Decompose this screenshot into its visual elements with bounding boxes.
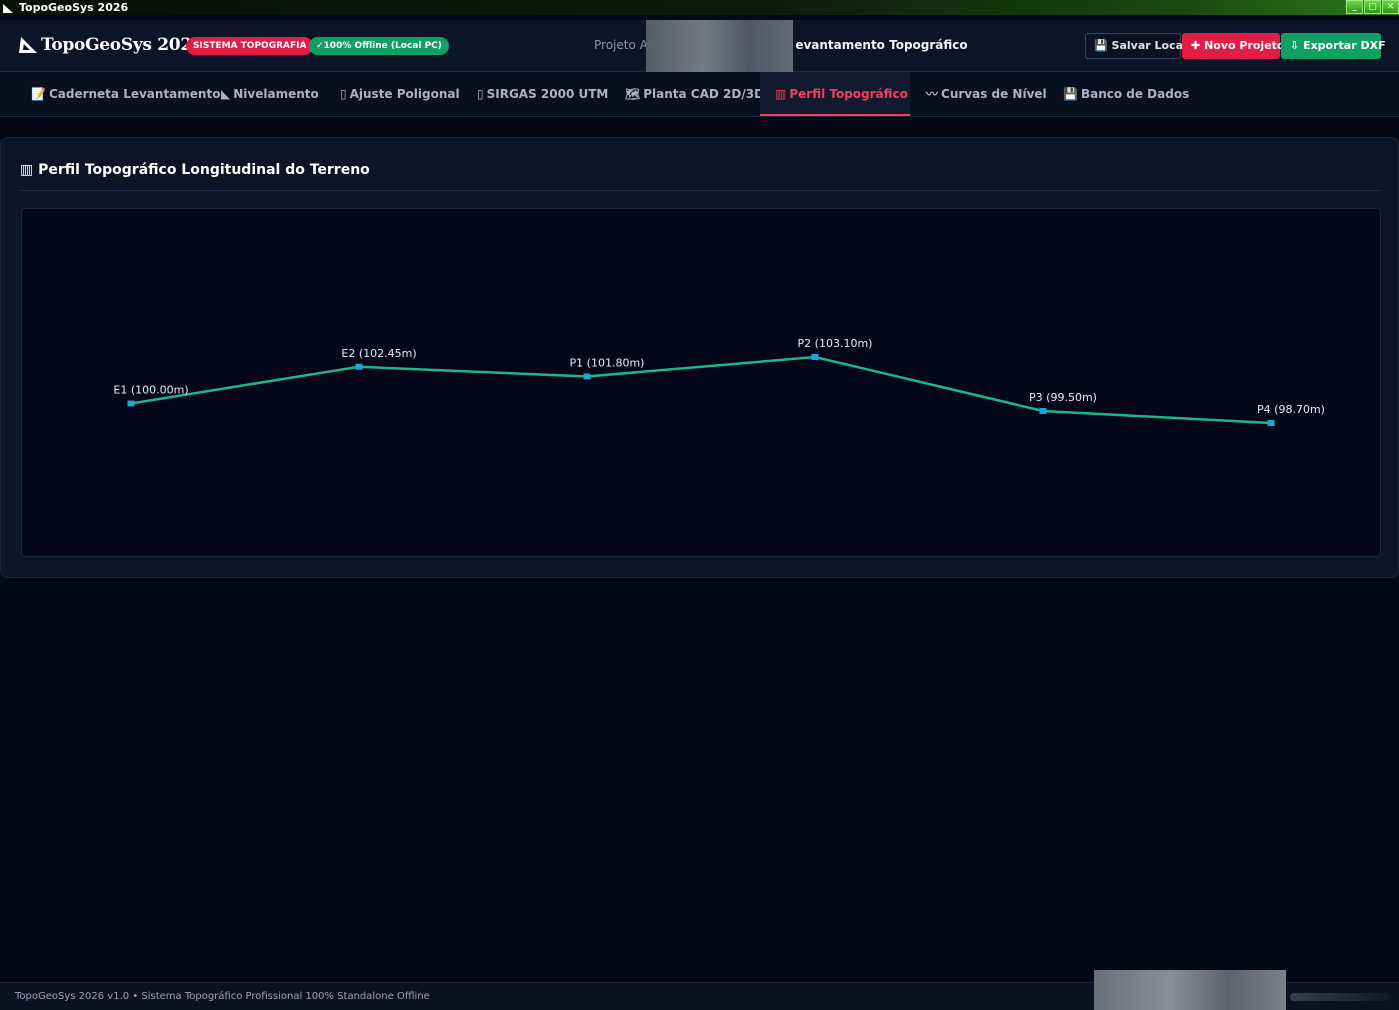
floppy-disk-icon: 💾 bbox=[1063, 87, 1078, 101]
profile-chart[interactable]: E1 (100.00m) E2 (102.45m) P1 (101.80m) P2 (… bbox=[21, 208, 1381, 557]
panel-title: ▥ Perfil Topográfico Longitudinal do Ter… bbox=[20, 162, 370, 178]
station-label: P1 (101.80m) bbox=[570, 357, 645, 370]
window-titlebar: TopoGeoSys 2026 _ ▢ ✕ bbox=[0, 0, 1399, 15]
tab-sirgas[interactable]: ▯ SIRGAS 2000 UTM bbox=[462, 72, 623, 116]
close-button[interactable]: ✕ bbox=[1382, 0, 1399, 14]
station-marker[interactable] bbox=[355, 363, 363, 370]
polygon-icon: ▯ bbox=[340, 87, 347, 101]
wave-icon: 〰 bbox=[926, 87, 939, 101]
maximize-button[interactable]: ▢ bbox=[1364, 0, 1381, 14]
system-badge: SISTEMA TOPOGRAFIA bbox=[186, 37, 314, 55]
station-marker[interactable] bbox=[583, 373, 591, 380]
app-name: TopoGeoSys 2026 bbox=[41, 35, 204, 55]
app-logo-icon bbox=[3, 3, 13, 13]
tab-nivelamento[interactable]: ◣ Nivelamento bbox=[206, 72, 334, 116]
tab-ajuste-poligonal[interactable]: ▯ Ajuste Poligonal bbox=[325, 72, 475, 116]
profile-line bbox=[130, 355, 1272, 425]
check-circle-icon: ✓ bbox=[316, 41, 324, 51]
export-dxf-button[interactable]: ⇩ Exportar DXF bbox=[1281, 33, 1386, 59]
status-footer: TopoGeoSys 2026 v1.0 • Sistema Topográfi… bbox=[0, 970, 1399, 1010]
window-title: TopoGeoSys 2026 bbox=[19, 1, 129, 14]
tab-banco-dados[interactable]: 💾 Banco de Dados bbox=[1048, 72, 1204, 116]
station-marker[interactable] bbox=[811, 354, 819, 360]
app-header: TopoGeoSys 2026 SISTEMA TOPOGRAFIA ✓100%… bbox=[0, 20, 1399, 72]
save-local-button[interactable]: 💾 Salvar Local bbox=[1085, 33, 1187, 59]
station-label: P2 (103.10m) bbox=[798, 337, 873, 350]
bar-chart-icon: ▥ bbox=[775, 87, 787, 101]
plus-icon: ✚ bbox=[1191, 39, 1201, 52]
redacted-region bbox=[1290, 993, 1390, 1001]
window-controls: _ ▢ ✕ bbox=[1346, 0, 1399, 14]
bar-chart-icon: ▥ bbox=[20, 162, 34, 178]
triangle-ruler-icon bbox=[19, 37, 37, 53]
station-label: E2 (102.45m) bbox=[341, 347, 416, 360]
redacted-region bbox=[646, 20, 793, 72]
tab-caderneta[interactable]: 📝 Caderneta Levantamento bbox=[16, 72, 235, 116]
triangle-ruler-icon: ◣ bbox=[221, 87, 231, 101]
station-label: P3 (99.50m) bbox=[1029, 391, 1097, 404]
station-marker[interactable] bbox=[1267, 420, 1275, 426]
footer-text: TopoGeoSys 2026 v1.0 • Sistema Topográfi… bbox=[15, 991, 430, 1002]
profile-chart-svg: E1 (100.00m) E2 (102.45m) P1 (101.80m) P2 (… bbox=[113, 337, 1325, 426]
project-name: evantamento Topográfico bbox=[795, 38, 968, 52]
map-icon: 🗺 bbox=[625, 87, 641, 101]
profile-panel: ▥ Perfil Topográfico Longitudinal do Ter… bbox=[0, 137, 1399, 578]
tab-curvas-nivel[interactable]: 〰 Curvas de Nível bbox=[911, 72, 1062, 116]
main-tabs: 📝 Caderneta Levantamento ◣ Nivelamento ▯ Aj… bbox=[0, 72, 1399, 117]
tab-planta-cad[interactable]: 🗺 Planta CAD 2D/3D bbox=[610, 72, 779, 116]
project-label: Projeto At bbox=[594, 38, 653, 52]
notebook-icon: 📝 bbox=[31, 87, 46, 101]
globe-icon: ▯ bbox=[477, 87, 484, 101]
divider bbox=[20, 190, 1381, 191]
station-label: E1 (100.00m) bbox=[113, 384, 188, 397]
station-label: P4 (98.70m) bbox=[1257, 403, 1325, 416]
station-marker[interactable] bbox=[127, 400, 135, 407]
minimize-button[interactable]: _ bbox=[1346, 0, 1363, 14]
new-project-button[interactable]: ✚ Novo Projeto bbox=[1182, 33, 1284, 59]
floppy-disk-icon: 💾 bbox=[1094, 39, 1108, 52]
offline-badge: ✓100% Offline (Local PC) bbox=[309, 37, 449, 55]
redacted-region bbox=[1094, 970, 1286, 1010]
station-marker[interactable] bbox=[1039, 408, 1047, 414]
tab-perfil-topografico[interactable]: ▥ Perfil Topográfico bbox=[760, 72, 910, 116]
download-icon: ⇩ bbox=[1290, 39, 1300, 52]
app-logo: TopoGeoSys 2026 bbox=[18, 35, 204, 55]
